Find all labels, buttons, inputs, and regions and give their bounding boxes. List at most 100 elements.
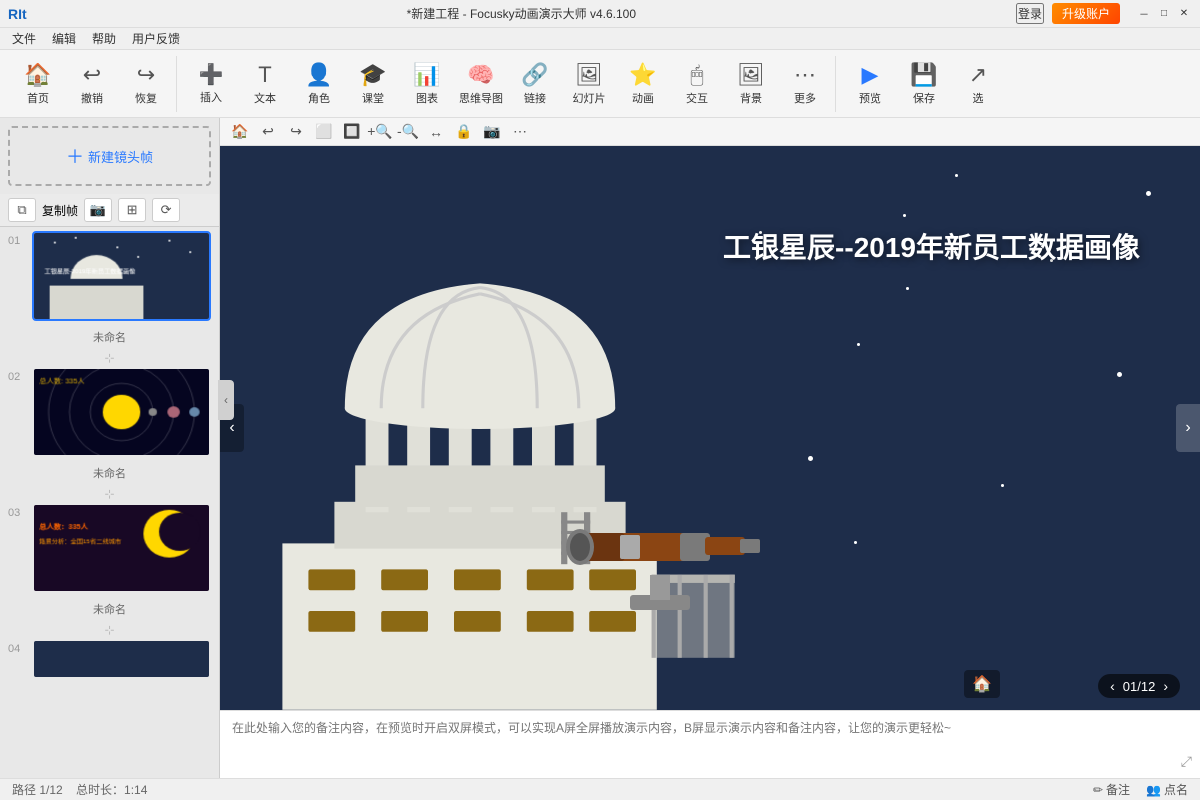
menu-file[interactable]: 文件	[4, 28, 44, 49]
main-layout: ＋ 新建镜头帧 ⧉ 复制帧 📷 ⊞ ⟳ 01	[0, 118, 1200, 778]
toolbar-lesson-button[interactable]: 🎓 课堂	[347, 56, 399, 112]
slide-entry-1: 01 未命名	[8, 231, 211, 345]
slide-list: 01 未命名 ⊹ 02 未命名 ⊹	[0, 227, 219, 778]
menu-edit[interactable]: 编辑	[44, 28, 84, 49]
drag-handle-3: ⊹	[8, 623, 211, 637]
frame-options-icon: ⊞	[127, 202, 138, 218]
toolbar-mindmap-label: 思维导图	[459, 90, 503, 106]
toolbar-ppt-button[interactable]: 🖼 幻灯片	[563, 56, 615, 112]
slide-entry-3: 03 未命名	[8, 503, 211, 617]
toolbar-home-label: 首页	[27, 90, 49, 106]
camera-button[interactable]: 📷	[84, 198, 112, 222]
select-icon: ↗	[969, 62, 987, 88]
ct-fit-button[interactable]: ↔	[424, 121, 448, 143]
link-icon: 🔗	[521, 62, 548, 88]
ct-zoom-in-button[interactable]: +🔍	[368, 121, 392, 143]
new-frame-label: 新建镜头帧	[88, 147, 153, 166]
toolbar-more-button[interactable]: ⋯ 更多	[779, 56, 831, 112]
maximize-button[interactable]: □	[1156, 6, 1172, 22]
slide-thumb-2[interactable]	[32, 367, 211, 457]
toolbar-lesson-label: 课堂	[362, 90, 384, 106]
sidebar-collapse-button[interactable]: ‹	[218, 380, 234, 420]
telescope-illustration	[560, 465, 760, 625]
canvas-toolbar: 🏠 ↩ ↪ ⬜ 🔲 +🔍 -🔍 ↔ 🔒 📷 ⋯	[220, 118, 1200, 146]
toolbar-redo-button[interactable]: ↪ 恢复	[120, 56, 172, 112]
toolbar-save-button[interactable]: 💾 保存	[898, 56, 950, 112]
notes-input[interactable]	[220, 711, 1200, 778]
slide-item-1: 01	[8, 231, 211, 321]
toolbar-home-button[interactable]: 🏠 首页	[12, 56, 64, 112]
background-icon: 🖼	[737, 62, 765, 88]
toolbar-save-label: 保存	[913, 90, 935, 106]
toolbar-undo-button[interactable]: ↩ 撤销	[66, 56, 118, 112]
mindmap-icon: 🧠	[467, 62, 494, 88]
ct-undo-button[interactable]: ↩	[256, 121, 280, 143]
plus-icon: ＋	[66, 143, 84, 169]
toolbar-mindmap-button[interactable]: 🧠 思维导图	[455, 56, 507, 112]
slide-num-2: 02	[8, 367, 26, 383]
menu-feedback[interactable]: 用户反馈	[124, 28, 188, 49]
toolbar-select-button[interactable]: ↗ 选	[952, 56, 1004, 112]
role-icon: 👤	[305, 62, 332, 88]
page-next-button[interactable]: ›	[1163, 678, 1168, 694]
ct-redo-button[interactable]: ↪	[284, 121, 308, 143]
insert-icon: ➕	[199, 62, 224, 87]
minimize-button[interactable]: －	[1136, 6, 1152, 22]
duration-info: 总时长：1:14	[76, 783, 147, 797]
toolbar-select-label: 选	[973, 90, 984, 106]
toolbar-animation-button[interactable]: ⭐ 动画	[617, 56, 669, 112]
toolbar-link-button[interactable]: 🔗 链接	[509, 56, 561, 112]
ct-home-button[interactable]: 🏠	[228, 121, 252, 143]
sidebar-toolbar: ⧉ 复制帧 📷 ⊞ ⟳	[0, 194, 219, 227]
ct-more-button[interactable]: ⋯	[508, 121, 532, 143]
frame-options-button[interactable]: ⊞	[118, 198, 146, 222]
ct-screenshot-button[interactable]: 📷	[480, 121, 504, 143]
notes-expand-button[interactable]: ⤢	[1181, 753, 1192, 770]
slide-num-4: 04	[8, 639, 26, 655]
ct-frame-button[interactable]: ⬜	[312, 121, 336, 143]
rollcall-icon: 👥	[1146, 783, 1161, 797]
toolbar-role-button[interactable]: 👤 角色	[293, 56, 345, 112]
slide-label-1: 未命名	[8, 329, 211, 345]
notes-button[interactable]: ✏ 备注	[1093, 781, 1130, 798]
slide-thumb-1[interactable]	[32, 231, 211, 321]
drag-handle-2: ⊹	[8, 487, 211, 501]
toolbar-undo-label: 撤销	[81, 90, 103, 106]
toolbar-chart-button[interactable]: 📊 图表	[401, 56, 453, 112]
rollcall-button[interactable]: 👥 点名	[1146, 781, 1188, 798]
close-button[interactable]: ✕	[1176, 6, 1192, 22]
toolbar-insert-button[interactable]: ➕ 插入	[185, 56, 237, 112]
copy-frame-button[interactable]: ⧉	[8, 198, 36, 222]
ct-select-button[interactable]: 🔲	[340, 121, 364, 143]
frame-more-button[interactable]: ⟳	[152, 198, 180, 222]
slide-thumb-4[interactable]	[32, 639, 211, 679]
drag-handle-1: ⊹	[8, 351, 211, 365]
ppt-icon: 🖼	[575, 62, 603, 88]
ct-zoom-out-button[interactable]: -🔍	[396, 121, 420, 143]
notes-label: 备注	[1106, 781, 1130, 798]
notes-area: ⤢	[220, 710, 1200, 778]
slide-canvas[interactable]: 工银星辰--2019年新员工数据画像	[220, 146, 1200, 710]
nav-next-button[interactable]: ›	[1176, 404, 1200, 452]
copy-icon: ⧉	[17, 202, 26, 218]
toolbar-text-button[interactable]: T 文本	[239, 56, 291, 112]
toolbar-interact-label: 交互	[686, 90, 708, 106]
toolbar-animation-label: 动画	[632, 90, 654, 106]
page-counter: ‹ 01/12 ›	[1098, 674, 1180, 698]
toolbar-interact-button[interactable]: 🖱 交互	[671, 56, 723, 112]
toolbar-preview-button[interactable]: ▶ 预览	[844, 56, 896, 112]
upgrade-button[interactable]: 升级账户	[1052, 3, 1120, 24]
canvas-home-button[interactable]: 🏠	[964, 670, 1000, 698]
home-icon: 🏠	[24, 62, 51, 88]
preview-icon: ▶	[862, 62, 879, 88]
title-bar: RIt *新建工程 - Focusky动画演示大师 v4.6.100 登录 升级…	[0, 0, 1200, 28]
new-frame-button[interactable]: ＋ 新建镜头帧	[8, 126, 211, 186]
ct-lock-button[interactable]: 🔒	[452, 121, 476, 143]
page-prev-button[interactable]: ‹	[1110, 678, 1115, 694]
login-button[interactable]: 登录	[1016, 3, 1044, 24]
menu-help[interactable]: 帮助	[84, 28, 124, 49]
toolbar-group-nav: 🏠 首页 ↩ 撤销 ↪ 恢复	[8, 56, 177, 112]
camera-icon: 📷	[90, 202, 106, 218]
toolbar-background-button[interactable]: 🖼 背景	[725, 56, 777, 112]
slide-thumb-3[interactable]	[32, 503, 211, 593]
